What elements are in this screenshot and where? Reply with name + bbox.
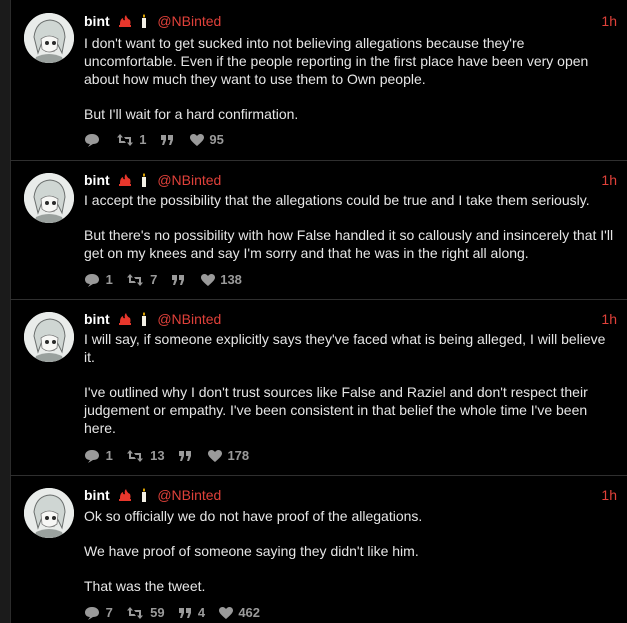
quote-button[interactable]	[171, 271, 187, 289]
like-count: 462	[238, 605, 261, 620]
retweet-count: 1	[139, 132, 147, 147]
tweet-feed: bint @NBinted 1h I don't want to get suc…	[0, 0, 627, 623]
tweet-paragraph: But there's no possibility with how Fals…	[84, 227, 614, 261]
like-count: 138	[220, 272, 242, 287]
like-button[interactable]: 178	[207, 447, 250, 465]
timestamp[interactable]: 1h	[601, 171, 617, 189]
retweet-count: 13	[150, 448, 165, 463]
display-name[interactable]: bint	[84, 172, 110, 188]
heart-icon	[218, 607, 233, 619]
quote-button[interactable]	[160, 131, 176, 149]
reply-icon	[85, 134, 99, 147]
quote-icon	[171, 275, 184, 285]
display-name[interactable]: bint	[84, 311, 110, 327]
reply-icon	[85, 274, 99, 287]
like-button[interactable]: 95	[189, 131, 224, 149]
candle-emoji-icon	[139, 312, 149, 330]
reply-button[interactable]: 7	[84, 604, 113, 622]
tweet-actions: 1 95	[84, 131, 234, 149]
quote-icon	[179, 451, 192, 461]
reply-count: 7	[105, 605, 113, 620]
candle-emoji-icon	[139, 14, 149, 32]
avatar[interactable]	[24, 173, 74, 223]
tweet-text: I don't want to get sucked into not beli…	[84, 34, 614, 123]
candle-emoji-icon	[139, 488, 149, 506]
retweet-button[interactable]: 13	[126, 447, 165, 465]
fire-emoji-icon	[118, 173, 132, 191]
user-handle[interactable]: @NBinted	[157, 172, 221, 188]
quote-icon	[179, 608, 192, 618]
tweet[interactable]: bint @NBinted 1h I accept the possibilit…	[10, 161, 627, 300]
retweet-icon	[127, 274, 144, 286]
tweet-text: I will say, if someone explicitly says t…	[84, 330, 614, 437]
reply-icon	[85, 450, 99, 463]
like-button[interactable]: 462	[218, 604, 261, 622]
tweet-text: Ok so officially we do not have proof of…	[84, 507, 614, 595]
tweet-actions: 1 13 178	[84, 447, 259, 465]
tweet-paragraph: That was the tweet.	[84, 578, 206, 594]
fire-emoji-icon	[118, 488, 132, 506]
quote-icon	[161, 135, 174, 145]
heart-icon	[207, 450, 222, 462]
reply-count: 1	[105, 448, 113, 463]
user-handle[interactable]: @NBinted	[157, 487, 221, 503]
tweet-actions: 7 59 4 462	[84, 604, 270, 622]
avatar[interactable]	[24, 312, 74, 362]
heart-icon	[200, 274, 215, 286]
tweet-paragraph: I've outlined why I don't trust sources …	[84, 384, 588, 436]
retweet-count: 59	[150, 605, 165, 620]
timestamp[interactable]: 1h	[601, 310, 617, 328]
like-count: 95	[209, 132, 224, 147]
user-handle[interactable]: @NBinted	[157, 311, 221, 327]
retweet-icon	[127, 607, 144, 619]
heart-icon	[189, 134, 204, 146]
retweet-icon	[127, 450, 144, 462]
reply-icon	[85, 607, 99, 620]
retweet-button[interactable]: 7	[126, 271, 157, 289]
candle-emoji-icon	[139, 173, 149, 191]
retweet-button[interactable]: 1	[116, 131, 147, 149]
avatar[interactable]	[24, 488, 74, 538]
fire-emoji-icon	[118, 14, 132, 32]
quote-count: 4	[197, 605, 206, 620]
display-name[interactable]: bint	[84, 13, 110, 29]
timestamp[interactable]: 1h	[601, 12, 617, 30]
retweet-button[interactable]: 59	[126, 604, 165, 622]
tweet[interactable]: bint @NBinted 1h I will say, if someone …	[10, 300, 627, 476]
tweet-paragraph: Ok so officially we do not have proof of…	[84, 508, 423, 524]
avatar[interactable]	[24, 13, 74, 63]
reply-count: 1	[105, 272, 113, 287]
tweet-paragraph: I will say, if someone explicitly says t…	[84, 331, 606, 365]
tweet-actions: 1 7 138	[84, 271, 252, 289]
retweet-count: 7	[150, 272, 158, 287]
like-count: 178	[227, 448, 250, 463]
quote-button[interactable]: 4	[178, 604, 205, 622]
tweet[interactable]: bint @NBinted 1h I don't want to get suc…	[10, 0, 627, 161]
retweet-icon	[116, 134, 133, 146]
tweet-paragraph: I don't want to get sucked into not beli…	[84, 35, 589, 87]
reply-button[interactable]	[84, 131, 102, 149]
timestamp[interactable]: 1h	[601, 486, 617, 504]
user-handle[interactable]: @NBinted	[157, 13, 221, 29]
quote-button[interactable]	[178, 447, 194, 465]
tweet-text: I accept the possibility that the allega…	[84, 191, 614, 262]
tweet[interactable]: bint @NBinted 1h Ok so officially we do …	[10, 476, 627, 623]
display-name[interactable]: bint	[84, 487, 110, 503]
reply-button[interactable]: 1	[84, 271, 113, 289]
tweet-paragraph: But I'll wait for a hard confirmation.	[84, 106, 299, 122]
tweet-paragraph: I accept the possibility that the allega…	[84, 192, 590, 208]
reply-button[interactable]: 1	[84, 447, 113, 465]
like-button[interactable]: 138	[200, 271, 242, 289]
fire-emoji-icon	[118, 312, 132, 330]
tweet-paragraph: We have proof of someone saying they did…	[84, 543, 419, 559]
